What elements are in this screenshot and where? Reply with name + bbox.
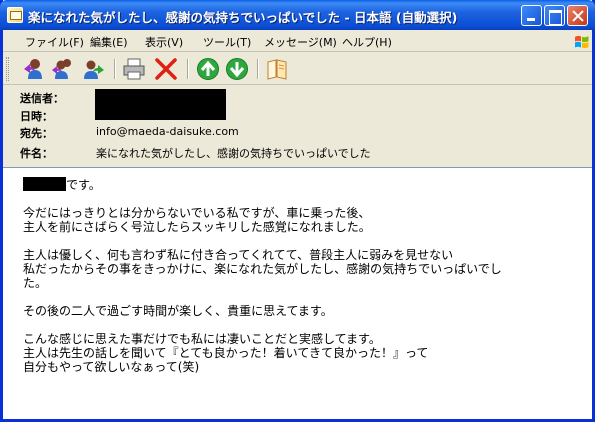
maximize-button[interactable]: [544, 5, 565, 26]
previous-icon[interactable]: [196, 57, 220, 81]
from-label: 送信者：: [20, 92, 64, 105]
print-icon[interactable]: [122, 57, 146, 81]
toolbar-grip[interactable]: [6, 57, 9, 81]
title-bar[interactable]: 楽になれた気がしたし、感謝の気持ちでいっぱいでした - 日本語 (自動選択): [0, 0, 595, 30]
next-icon[interactable]: [225, 57, 249, 81]
menu-message[interactable]: メッセージ(M): [264, 34, 337, 50]
delete-icon[interactable]: [154, 57, 178, 81]
forward-icon[interactable]: [81, 57, 105, 81]
menu-file[interactable]: ファイル(F): [25, 34, 84, 50]
subject-value: 楽になれた気がしたし、感謝の気持ちでいっぱいでした: [96, 147, 371, 160]
minimize-button[interactable]: [521, 5, 542, 26]
message-text: です。 今だにはっきりとは分からないでいる私ですが、車に乗った後、 主人を前にさ…: [23, 177, 502, 388]
message-paragraph: その後の二人で過ごす時間が楽しく、貴重に思えてます。: [23, 304, 333, 318]
menu-help[interactable]: ヘルプ(H): [342, 34, 392, 50]
date-label: 日時：: [20, 110, 53, 123]
message-body[interactable]: です。 今だにはっきりとは分からないでいる私ですが、車に乗った後、 主人を前にさ…: [3, 167, 592, 419]
window-title: 楽になれた気がしたし、感謝の気持ちでいっぱいでした - 日本語 (自動選択): [28, 10, 458, 25]
windows-logo-icon: [575, 35, 589, 49]
menu-tools[interactable]: ツール(T): [203, 34, 251, 50]
message-header: 送信者： 日時： 宛先： info@maeda-daisuke.com 件名： …: [3, 86, 592, 166]
subject-label: 件名：: [20, 147, 53, 160]
menu-bar: ファイル(F) 編集(E) 表示(V) ツール(T) メッセージ(M) ヘルプ(…: [3, 30, 592, 52]
to-label: 宛先：: [20, 127, 53, 140]
toolbar-separator: [187, 59, 189, 79]
greeting-suffix: です。: [66, 178, 101, 192]
toolbar-separator: [114, 59, 116, 79]
message-paragraph: 今だにはっきりとは分からないでいる私ですが、車に乗った後、 主人を前にさばらく号…: [23, 206, 371, 234]
reply-all-icon[interactable]: [51, 57, 75, 81]
redacted-sender-date: [95, 89, 226, 120]
menu-view[interactable]: 表示(V): [145, 34, 183, 50]
toolbar: [3, 53, 592, 85]
close-button[interactable]: [567, 5, 588, 26]
address-book-icon[interactable]: [265, 57, 289, 81]
message-window: 楽になれた気がしたし、感謝の気持ちでいっぱいでした - 日本語 (自動選択) フ…: [0, 0, 595, 422]
to-value: info@maeda-daisuke.com: [96, 125, 239, 138]
greeting-line: です。: [23, 177, 502, 192]
menu-edit[interactable]: 編集(E): [90, 34, 128, 50]
reply-icon[interactable]: [22, 57, 46, 81]
redacted-name: [23, 177, 66, 191]
mail-app-icon: [7, 7, 23, 23]
message-paragraph: 主人は優しく、何も言わず私に付き合ってくれてて、普段主人に弱みを見せない 私だっ…: [23, 248, 502, 290]
toolbar-separator: [257, 59, 259, 79]
message-paragraph: こんな感じに思えた事だけでも私には凄いことだと実感してます。 主人は先生の話しを…: [23, 332, 429, 374]
